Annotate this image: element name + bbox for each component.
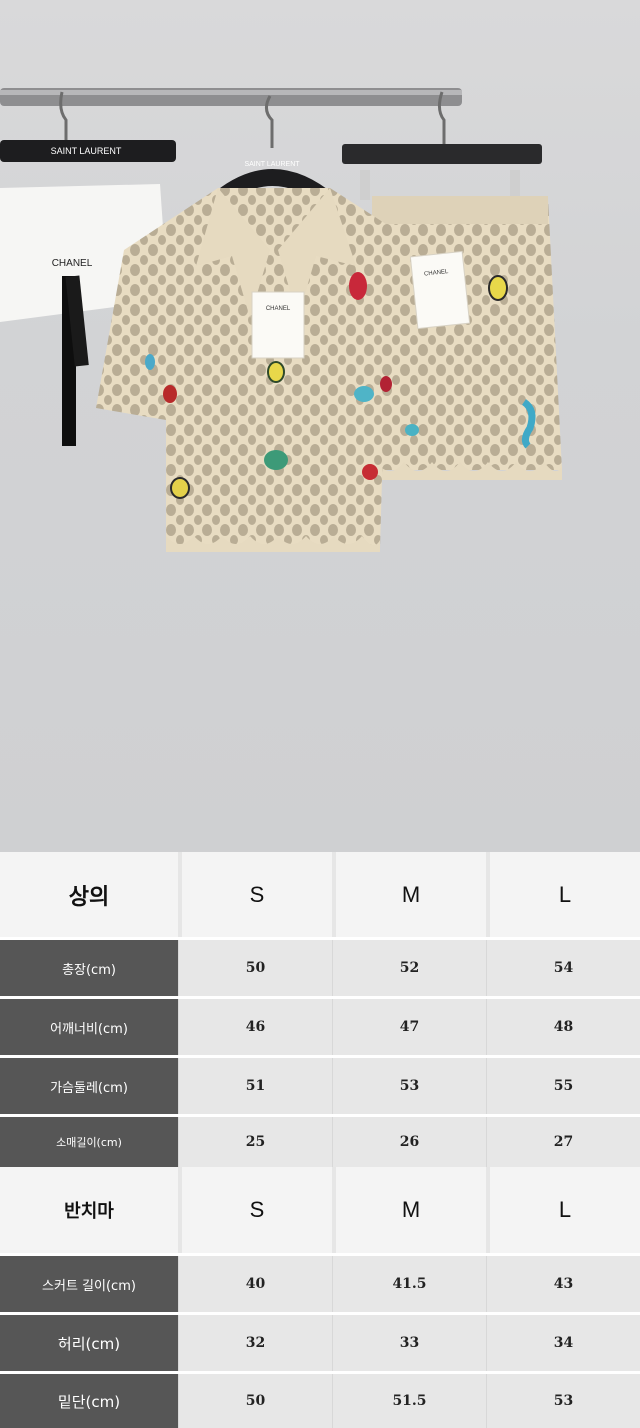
row-value: 54 <box>486 940 640 996</box>
table-row: 밑단(cm) 50 51.5 53 <box>0 1374 640 1428</box>
bottom-table-title: 반치마 <box>0 1167 178 1253</box>
row-value: 51.5 <box>332 1374 486 1428</box>
row-value: 34 <box>486 1315 640 1371</box>
row-value: 25 <box>178 1117 332 1167</box>
row-value: 50 <box>178 1374 332 1428</box>
top-hangtag-brand: CHANEL <box>266 306 291 312</box>
row-value: 40 <box>178 1256 332 1312</box>
bottom-size-m: M <box>336 1167 486 1253</box>
bottom-table-header: 반치마 S M L <box>0 1167 640 1253</box>
row-label: 밑단(cm) <box>0 1374 178 1428</box>
left-hanger-brand: SAINT LAURENT <box>51 146 122 156</box>
row-label: 허리(cm) <box>0 1315 178 1371</box>
row-value: 26 <box>332 1117 486 1167</box>
row-value: 46 <box>178 999 332 1055</box>
table-row: 스커트 길이(cm) 40 41.5 43 <box>0 1256 640 1312</box>
row-value: 27 <box>486 1117 640 1167</box>
table-row: 가슴둘레(cm) 51 53 55 <box>0 1058 640 1114</box>
top-size-m: M <box>336 852 486 937</box>
skirt-hangtag <box>409 250 471 330</box>
right-hanger <box>342 144 542 164</box>
row-value: 33 <box>332 1315 486 1371</box>
row-value: 43 <box>486 1256 640 1312</box>
table-row: 어깨너비(cm) 46 47 48 <box>0 999 640 1055</box>
row-value: 51 <box>178 1058 332 1114</box>
table-row: 허리(cm) 32 33 34 <box>0 1315 640 1371</box>
row-value: 53 <box>486 1374 640 1428</box>
row-value: 41.5 <box>332 1256 486 1312</box>
row-value: 50 <box>178 940 332 996</box>
row-value: 53 <box>332 1058 486 1114</box>
row-label: 가슴둘레(cm) <box>0 1058 178 1114</box>
size-chart: 상의 S M L 총장(cm) 50 52 54 어깨너비(cm) 46 47 … <box>0 852 640 1428</box>
row-value: 47 <box>332 999 486 1055</box>
top-table-header: 상의 S M L <box>0 852 640 937</box>
row-value: 48 <box>486 999 640 1055</box>
row-value: 32 <box>178 1315 332 1371</box>
shopping-bag-logo: CHANEL <box>52 258 93 269</box>
table-row: 총장(cm) 50 52 54 <box>0 940 640 996</box>
top-table-title: 상의 <box>0 852 178 937</box>
top-size-s: S <box>182 852 332 937</box>
knit-set-illustration: SAINT LAURENT CHANEL SAINT LAURENT CHANE… <box>0 88 562 552</box>
table-row: 소매길이(cm) 25 26 27 <box>0 1117 640 1167</box>
row-label: 어깨너비(cm) <box>0 999 178 1055</box>
row-label: 총장(cm) <box>0 940 178 996</box>
bottom-size-s: S <box>182 1167 332 1253</box>
row-label: 스커트 길이(cm) <box>0 1256 178 1312</box>
product-photo: SAINT LAURENT CHANEL SAINT LAURENT CHANE… <box>0 0 640 852</box>
row-value: 55 <box>486 1058 640 1114</box>
row-label: 소매길이(cm) <box>0 1117 178 1167</box>
top-hangtag <box>251 291 305 359</box>
center-hanger-brand: SAINT LAURENT <box>244 161 300 168</box>
top-size-l: L <box>490 852 640 937</box>
bottom-size-l: L <box>490 1167 640 1253</box>
row-value: 52 <box>332 940 486 996</box>
